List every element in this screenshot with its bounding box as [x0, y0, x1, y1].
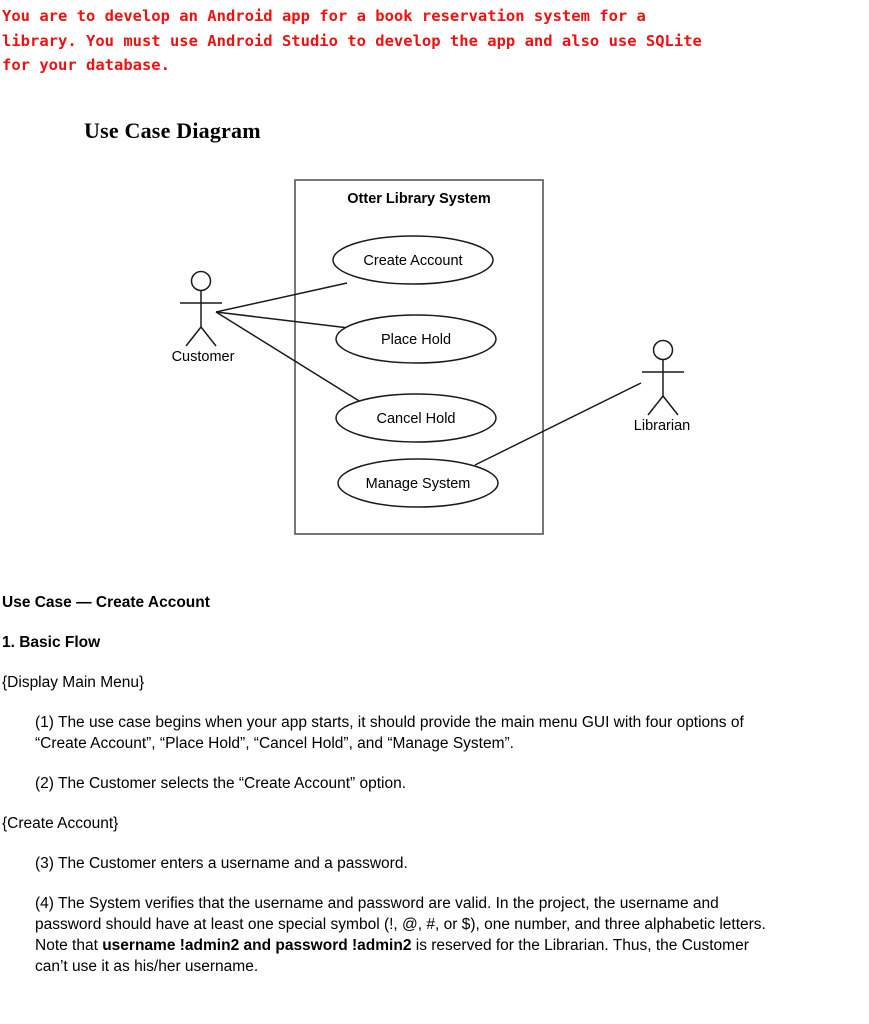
- flow-step-3: (3) The Customer enters a username and a…: [35, 855, 408, 872]
- use-case-place-hold: Place Hold: [335, 314, 497, 364]
- use-case-manage-system: Manage System: [337, 458, 499, 508]
- actor-head: [190, 270, 212, 292]
- use-case-label: Manage System: [366, 476, 471, 492]
- use-case-label: Cancel Hold: [377, 411, 456, 427]
- use-case-label: Create Account: [363, 253, 462, 269]
- subflow-create-account: {Create Account}: [2, 815, 119, 832]
- flow-step-2: (2) The Customer selects the “Create Acc…: [35, 775, 407, 792]
- page-title: Use Case Diagram: [84, 118, 261, 143]
- use-case-cancel-hold: Cancel Hold: [335, 393, 497, 443]
- use-case-label: Place Hold: [381, 332, 451, 348]
- use-case-description: Use Case — Create Account 1. Basic Flow …: [0, 592, 869, 977]
- flow-step-4: (4) The System verifies that the usernam…: [0, 893, 869, 977]
- actor-label: Librarian: [634, 418, 690, 434]
- actor-leg-right: [662, 395, 679, 416]
- use-case-heading: Use Case — Create Account: [2, 594, 210, 611]
- basic-flow-heading: 1. Basic Flow: [2, 634, 101, 651]
- actor-librarian: Librarian: [634, 339, 690, 434]
- subflow-display-main-menu: {Display Main Menu}: [2, 674, 145, 691]
- flow-step-1: (1) The use case begins when your app st…: [35, 714, 744, 752]
- actor-leg-right: [200, 326, 217, 347]
- assignment-prompt-text: You are to develop an Android app for a …: [2, 7, 702, 74]
- actor-leg-left: [647, 395, 664, 416]
- actor-head: [652, 339, 674, 361]
- use-case-diagram: Otter Library System Create Account Plac…: [0, 160, 869, 560]
- system-boundary-label: Otter Library System: [347, 191, 490, 207]
- use-case-create-account: Create Account: [332, 235, 494, 285]
- reserved-credentials-emphasis: username !admin2 and password !admin2: [102, 937, 412, 954]
- actor-label: Customer: [172, 349, 235, 365]
- actor-leg-left: [185, 326, 202, 347]
